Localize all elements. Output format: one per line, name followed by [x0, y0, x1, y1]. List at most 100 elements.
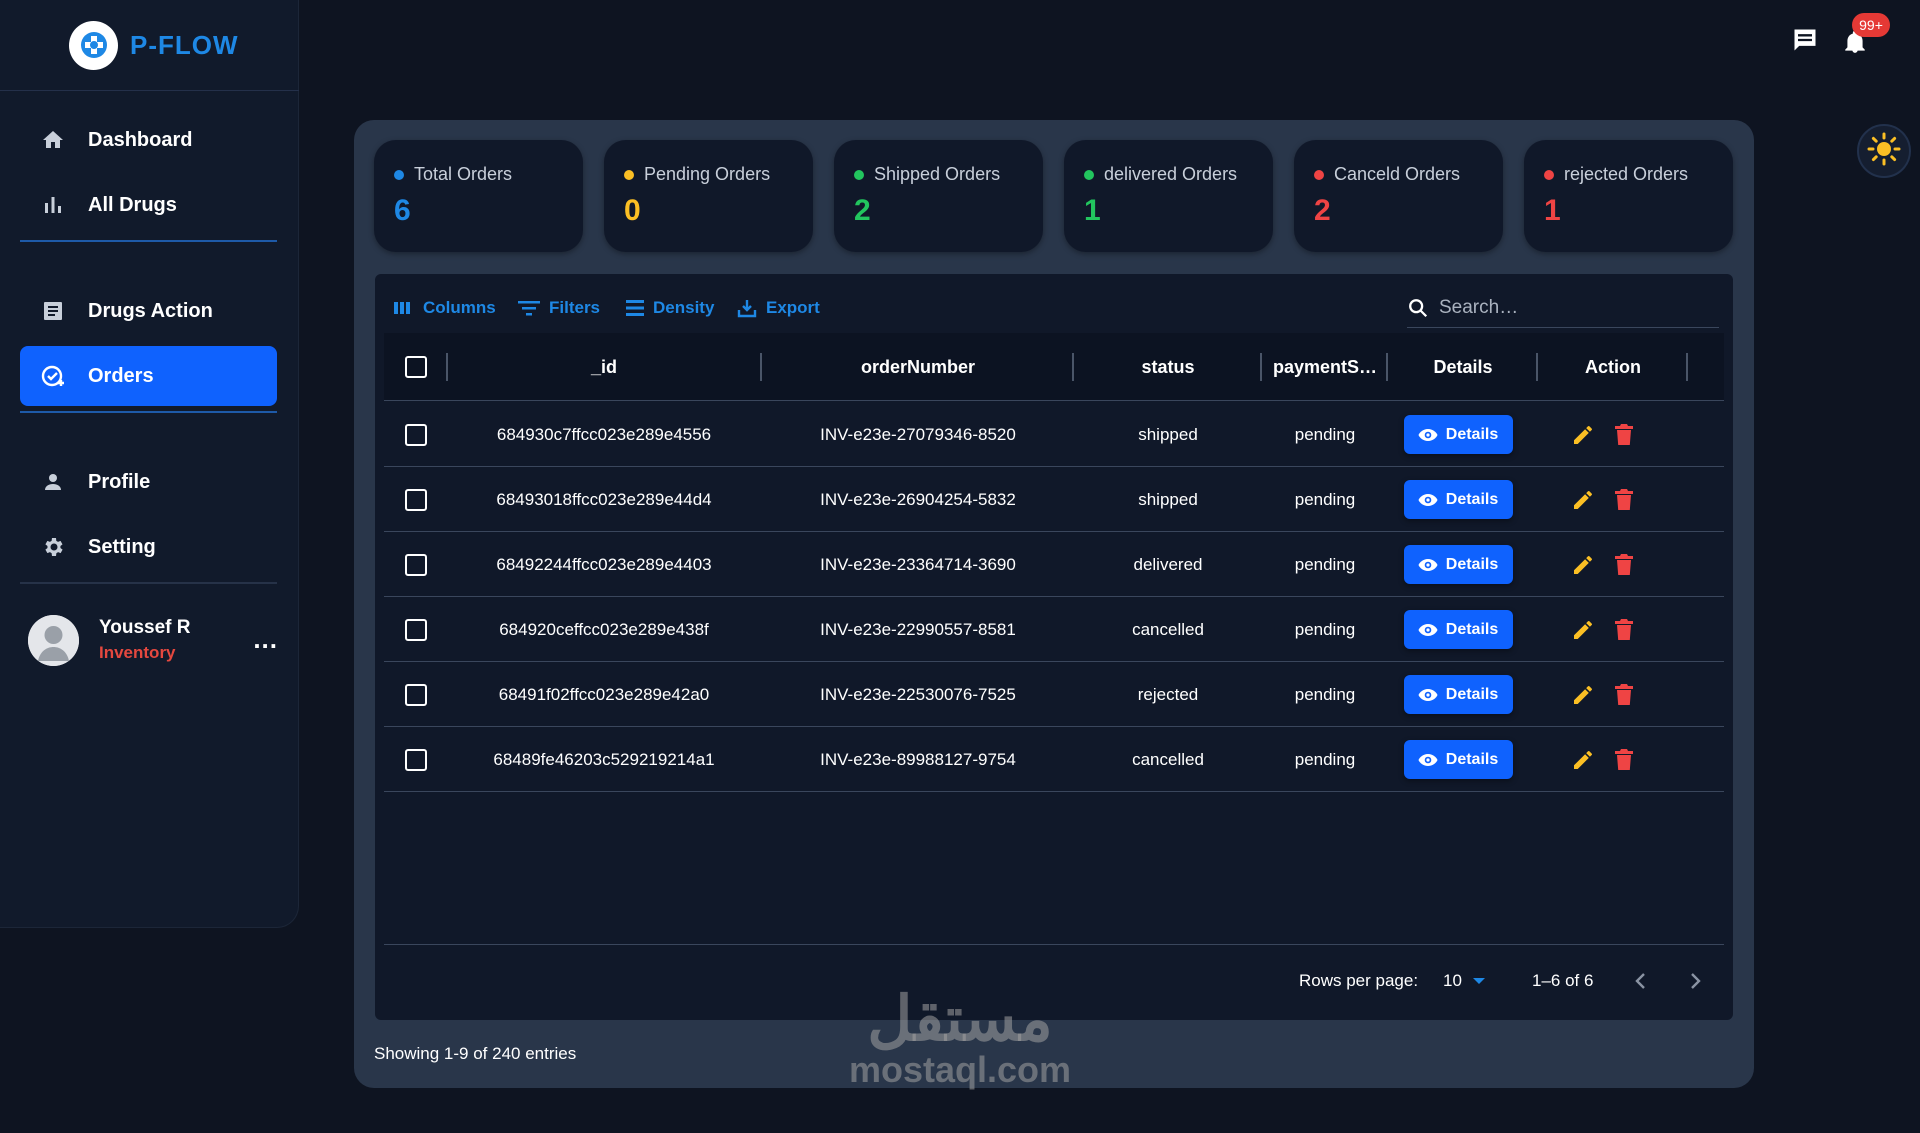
cell-id: 68493018ffcc023e289e44d4 — [496, 489, 712, 509]
table-row[interactable]: 684930c7ffcc023e289e4556 INV-e23e-270793… — [384, 402, 1724, 467]
stat-card-total: Total Orders 6 — [374, 140, 583, 252]
delete-icon[interactable] — [1610, 551, 1638, 579]
details-button[interactable]: Details — [1403, 415, 1513, 454]
gear-icon — [40, 534, 66, 560]
filters-button[interactable]: Filters — [518, 298, 600, 318]
status-dot — [854, 169, 864, 180]
details-button[interactable]: Details — [1403, 480, 1513, 519]
row-checkbox[interactable] — [405, 553, 427, 576]
column-header-id[interactable]: _id — [448, 333, 760, 401]
edit-icon[interactable] — [1569, 681, 1597, 709]
edit-icon[interactable] — [1569, 746, 1597, 774]
status-dot — [624, 169, 634, 180]
theme-toggle-button[interactable] — [1857, 124, 1911, 178]
cell-payment-status: pending — [1294, 424, 1356, 444]
delete-icon[interactable] — [1610, 681, 1638, 709]
column-header-details[interactable]: Details — [1388, 333, 1538, 401]
column-header-order-number[interactable]: orderNumber — [762, 333, 1074, 401]
logo[interactable]: P-FLOW — [0, 0, 299, 91]
stat-value: 6 — [394, 194, 411, 227]
details-button[interactable]: Details — [1403, 740, 1513, 779]
chat-icon[interactable] — [1788, 23, 1822, 57]
notification-badge: 99+ — [1852, 13, 1890, 37]
next-page-button[interactable] — [1688, 966, 1702, 996]
sidebar-item-orders[interactable]: Orders — [20, 346, 277, 406]
eye-icon — [1418, 753, 1438, 766]
delete-icon[interactable] — [1610, 421, 1638, 449]
stat-value: 2 — [1314, 194, 1331, 227]
user-name: Youssef R — [99, 617, 191, 638]
stat-card-delivered: delivered Orders 1 — [1064, 140, 1273, 252]
row-checkbox[interactable] — [405, 748, 427, 771]
details-button[interactable]: Details — [1403, 610, 1513, 649]
rows-per-page-label: Rows per page: — [1299, 971, 1419, 990]
column-header-payment-status[interactable]: paymentS… — [1262, 333, 1388, 401]
cell-order-number: INV-e23e-22990557-8581 — [820, 619, 1016, 639]
filter-icon — [518, 301, 540, 316]
sidebar-divider — [20, 240, 277, 242]
table-row[interactable]: 68492244ffcc023e289e4403 INV-e23e-233647… — [384, 532, 1724, 597]
row-checkbox[interactable] — [405, 618, 427, 641]
search-input[interactable] — [1439, 296, 1699, 319]
edit-icon[interactable] — [1569, 551, 1597, 579]
eye-icon — [1418, 623, 1438, 636]
previous-page-button[interactable] — [1634, 966, 1648, 996]
status-dot — [1084, 169, 1094, 180]
table-row[interactable]: 68493018ffcc023e289e44d4 INV-e23e-269042… — [384, 467, 1724, 532]
cell-payment-status: pending — [1294, 489, 1356, 509]
user-card[interactable]: Youssef R Inventory ... — [28, 612, 278, 668]
column-separator — [1686, 353, 1688, 381]
chevron-left-icon — [1635, 973, 1645, 989]
sidebar-item-all-drugs[interactable]: All Drugs — [20, 175, 277, 235]
person-icon — [40, 469, 66, 495]
edit-icon[interactable] — [1569, 486, 1597, 514]
status-dot — [1314, 169, 1324, 180]
edit-icon[interactable] — [1569, 616, 1597, 644]
eye-icon — [1418, 688, 1438, 701]
sidebar-item-setting[interactable]: Setting — [20, 517, 277, 577]
delete-icon[interactable] — [1610, 486, 1638, 514]
column-header-status[interactable]: status — [1074, 333, 1262, 401]
table-header: _id orderNumber status paymentS… Details… — [384, 333, 1724, 401]
list-alt-icon — [40, 298, 66, 324]
cell-id: 684920ceffcc023e289e438f — [499, 619, 709, 639]
sidebar-item-dashboard[interactable]: Dashboard — [20, 110, 277, 170]
cell-payment-status: pending — [1294, 749, 1356, 769]
table-row[interactable]: 684920ceffcc023e289e438f INV-e23e-229905… — [384, 597, 1724, 662]
brand-name: P-FLOW — [130, 29, 239, 60]
row-checkbox[interactable] — [405, 683, 427, 706]
cell-payment-status: pending — [1294, 554, 1356, 574]
delete-icon[interactable] — [1610, 616, 1638, 644]
table-row[interactable]: 68491f02ffcc023e289e42a0 INV-e23e-225300… — [384, 662, 1724, 727]
cell-status: cancelled — [1132, 749, 1204, 769]
columns-button[interactable]: Columns — [394, 298, 496, 318]
stat-label: delivered Orders — [1104, 164, 1238, 184]
sidebar-item-drugs-action[interactable]: Drugs Action — [20, 281, 277, 341]
sidebar-item-profile[interactable]: Profile — [20, 452, 277, 512]
details-button[interactable]: Details — [1403, 545, 1513, 584]
cell-id: 68492244ffcc023e289e4403 — [496, 554, 712, 574]
row-checkbox[interactable] — [405, 423, 427, 446]
table-row[interactable]: 68489fe46203c529219214a1 INV-e23e-899881… — [384, 727, 1724, 792]
details-button[interactable]: Details — [1403, 675, 1513, 714]
rows-per-page-select[interactable]: 10 — [1443, 966, 1486, 996]
eye-icon — [1418, 558, 1438, 571]
sidebar-item-label: Drugs Action — [88, 299, 213, 322]
grid-footer-divider — [384, 944, 1724, 945]
density-button[interactable]: Density — [626, 298, 714, 318]
more-options-button[interactable]: ... — [253, 624, 278, 655]
stat-label: Shipped Orders — [874, 164, 1001, 184]
column-header-action[interactable]: Action — [1538, 333, 1688, 401]
user-role: Inventory — [99, 643, 176, 662]
search-field[interactable] — [1407, 288, 1719, 328]
stat-value: 1 — [1084, 194, 1101, 227]
stat-card-shipped: Shipped Orders 2 — [834, 140, 1043, 252]
watermark-latin: mostaql.com — [848, 1049, 1072, 1090]
delete-icon[interactable] — [1610, 746, 1638, 774]
select-all-checkbox[interactable] — [405, 356, 427, 378]
edit-icon[interactable] — [1569, 421, 1597, 449]
row-checkbox[interactable] — [405, 488, 427, 511]
select-all-cell — [384, 333, 448, 401]
export-button[interactable]: Export — [737, 298, 820, 318]
status-dot — [1544, 169, 1554, 180]
